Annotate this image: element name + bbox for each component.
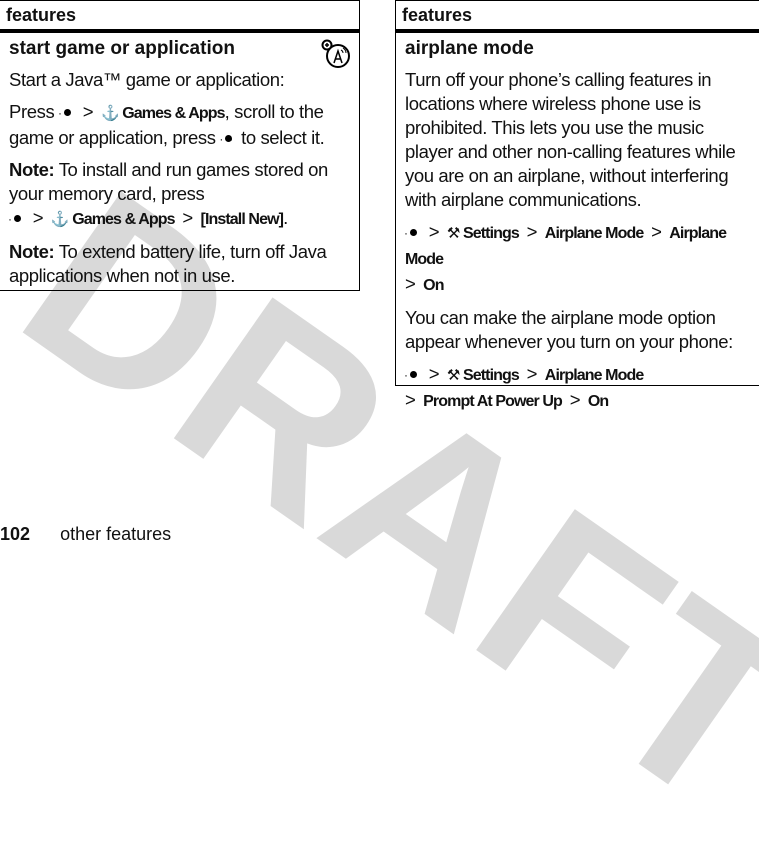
intro-text: Start a Java™ game or application: [9, 69, 285, 90]
nav-key-icon [58, 101, 74, 125]
nav-key-icon [219, 127, 235, 151]
intro-text: Turn off your phone’s calling features i… [405, 69, 736, 210]
nav-key-icon [404, 221, 420, 245]
games-apps-icon: ⚓ [50, 211, 70, 228]
page-number: 102 [0, 524, 31, 544]
note-memory-card: Note: To install and run games stored on… [8, 158, 349, 232]
menu-path-prompt: > ⚒Settings > Airplane Mode > Prompt At … [404, 362, 749, 414]
network-feature-icon [321, 39, 350, 68]
feature-box-start-game: features start game or application Start… [0, 0, 360, 291]
feature-title: airplane mode [405, 38, 534, 59]
prompt-text: You can make the airplane mode option ap… [405, 307, 733, 352]
section-name: other features [60, 524, 172, 544]
settings-icon: ⚒ [446, 367, 460, 384]
menu-path-airplane-mode: > ⚒Settings > Airplane Mode > Airplane M… [404, 220, 749, 298]
instruction-steps: Press > ⚓Games & Apps, scroll to the gam… [9, 100, 349, 151]
nav-key-icon [8, 207, 24, 231]
box-header: features [0, 1, 359, 33]
games-apps-icon: ⚓ [100, 105, 120, 122]
box-header: features [396, 1, 759, 33]
page-footer: 102 other features [0, 524, 171, 545]
settings-icon: ⚒ [446, 225, 460, 242]
note-battery: Note: To extend battery life, turn off J… [9, 241, 327, 286]
feature-box-airplane-mode: features airplane mode Turn off your pho… [395, 0, 759, 410]
feature-title: start game or application [9, 38, 235, 59]
menu-games-apps: Games & Apps [122, 105, 225, 122]
nav-key-icon [404, 363, 420, 387]
